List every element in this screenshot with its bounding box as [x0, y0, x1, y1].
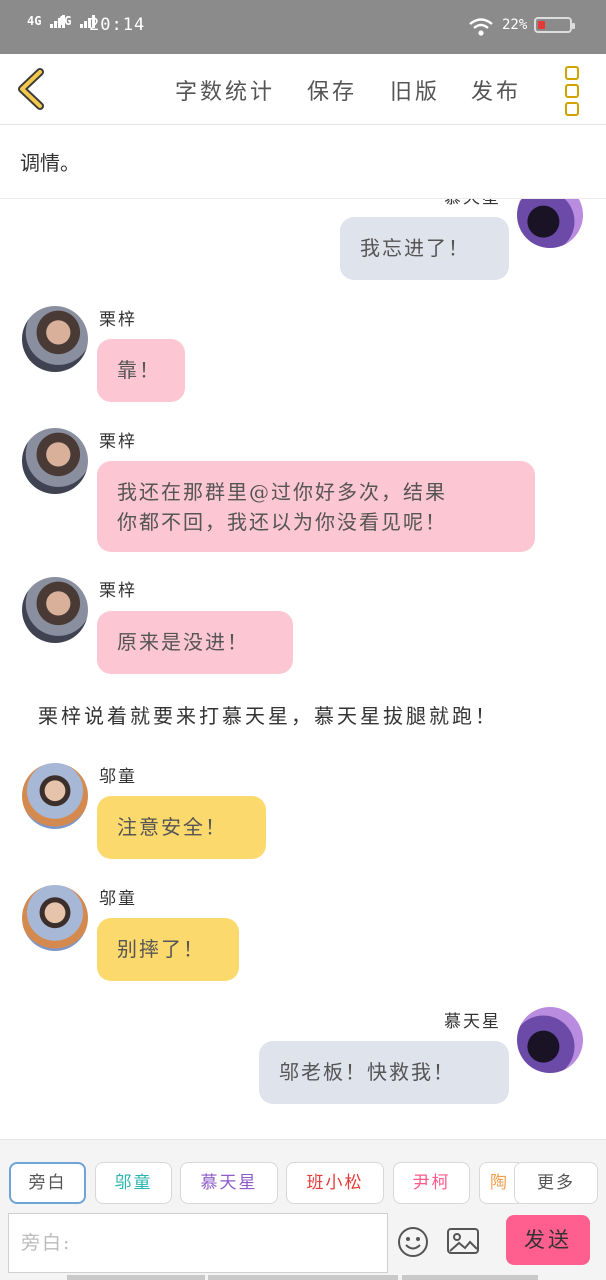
image-button[interactable]: [446, 1226, 480, 1260]
message-bubble[interactable]: 别摔了！: [97, 918, 239, 981]
clock: 20:14: [89, 15, 146, 35]
character-chip[interactable]: 班小松: [286, 1162, 384, 1204]
editor-toolbar: 字数统计 保存 旧版 发布: [0, 54, 606, 125]
message-line: 你都不回，我还以为你没看见呢！: [117, 510, 447, 534]
speaker-name: 慕天星: [444, 199, 501, 208]
word-count-button[interactable]: 字数统计: [175, 74, 275, 106]
message-bubble[interactable]: 靠！: [97, 339, 185, 402]
battery-level: [538, 21, 545, 29]
avatar[interactable]: [517, 199, 583, 248]
message-line: 我还在那群里@过你好多次，结果: [117, 480, 447, 504]
message-bubble[interactable]: 邬老板！快救我！: [259, 1041, 509, 1104]
message-bubble[interactable]: 我还在那群里@过你好多次，结果 你都不回，我还以为你没看见呢！: [97, 461, 535, 552]
network-type-1: 4G: [27, 14, 42, 28]
message-bubble[interactable]: 我忘进了！: [340, 217, 509, 280]
back-button[interactable]: [14, 68, 54, 110]
speaker-name: 栗梓: [99, 432, 137, 452]
speaker-name: 栗梓: [99, 581, 137, 601]
save-button[interactable]: 保存: [307, 74, 357, 106]
chapter-title-bar[interactable]: 调情。: [0, 125, 606, 199]
old-version-button[interactable]: 旧版: [390, 74, 440, 106]
message-bubble[interactable]: 注意安全！: [97, 796, 266, 859]
battery-percent: 22%: [502, 17, 528, 33]
chapter-title: 调情。: [20, 151, 80, 175]
send-button[interactable]: 发送: [506, 1215, 590, 1265]
avatar[interactable]: [22, 577, 88, 643]
more-characters-button[interactable]: 更多: [514, 1162, 598, 1204]
speaker-name: 栗梓: [99, 310, 137, 330]
emoji-button[interactable]: [396, 1225, 430, 1263]
speaker-name: 慕天星: [444, 1012, 501, 1032]
avatar[interactable]: [22, 306, 88, 372]
publish-button[interactable]: 发布: [471, 74, 521, 106]
character-chip[interactable]: 尹柯: [393, 1162, 470, 1204]
avatar[interactable]: [517, 1007, 583, 1073]
smiley-icon: [398, 1227, 428, 1257]
status-bar: 4G 4G 20:14 22%: [0, 0, 606, 54]
character-chip[interactable]: 邬童: [95, 1162, 172, 1204]
vertical-dots-icon: [565, 66, 581, 116]
wifi-icon: [468, 17, 494, 41]
nav-indicator: [208, 1275, 398, 1280]
character-selector: 旁白 邬童 慕天星 班小松 尹柯 陶 更多: [0, 1139, 606, 1212]
message-input[interactable]: 旁白:: [8, 1213, 388, 1273]
nav-indicator: [402, 1275, 538, 1280]
image-icon: [447, 1228, 479, 1254]
avatar[interactable]: [22, 428, 88, 494]
chevron-left-icon: [18, 68, 44, 110]
more-menu-button[interactable]: [565, 66, 581, 116]
speaker-name: 邬童: [99, 889, 137, 909]
character-chip-narrator[interactable]: 旁白: [9, 1162, 86, 1204]
nav-indicator: [67, 1275, 205, 1280]
avatar[interactable]: [22, 763, 88, 829]
battery-icon: [534, 17, 575, 33]
avatar[interactable]: [22, 885, 88, 951]
network-type-2: 4G: [57, 14, 72, 28]
speaker-name: 邬童: [99, 767, 137, 787]
input-row: 旁白: 发送: [0, 1211, 606, 1280]
character-chip[interactable]: 慕天星: [180, 1162, 278, 1204]
chat-area[interactable]: 慕天星 我忘进了！ 栗梓 靠！ 栗梓 我还在那群里@过你好多次，结果 你都不回，…: [0, 199, 606, 1139]
character-chip[interactable]: 陶: [479, 1162, 519, 1204]
message-bubble[interactable]: 原来是没进！: [97, 611, 293, 674]
narration-text[interactable]: 栗梓说着就要来打慕天星，慕天星拔腿就跑！: [38, 700, 578, 729]
